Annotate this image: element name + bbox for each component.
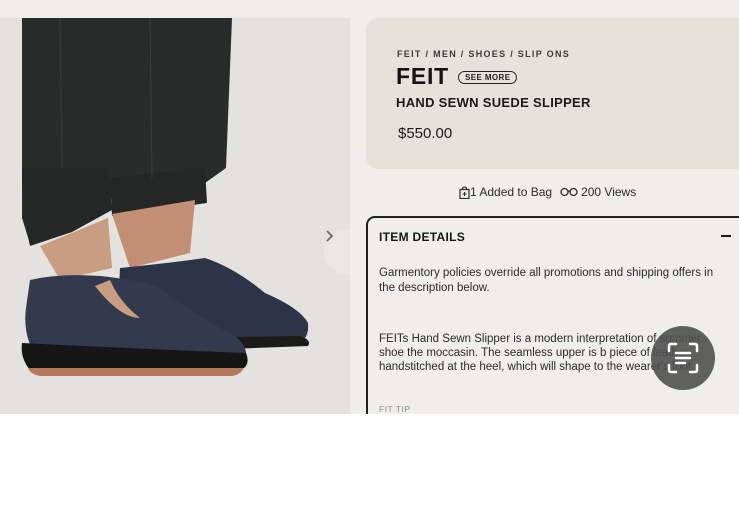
scan-text-icon (667, 342, 699, 374)
product-photo (0, 18, 350, 414)
product-title: HAND SEWN SUEDE SLIPPER (396, 95, 591, 110)
shopping-bag-icon (459, 185, 470, 199)
chevron-right-icon (326, 230, 334, 242)
product-page: FEIT / MEN / SHOES / SLIP ONS FEIT SEE M… (0, 0, 739, 414)
minus-icon[interactable] (721, 235, 731, 237)
added-to-bag-count: 1 Added to Bag (470, 185, 553, 199)
see-more-button[interactable]: SEE MORE (458, 71, 518, 84)
view-count: 200 Views (581, 185, 637, 199)
product-image[interactable] (0, 18, 350, 414)
item-details-header[interactable]: ITEM DETAILS (379, 230, 465, 244)
breadcrumb[interactable]: FEIT / MEN / SHOES / SLIP ONS (397, 49, 570, 59)
glasses-icon (560, 187, 578, 197)
product-info-card: FEIT / MEN / SHOES / SLIP ONS FEIT SEE M… (366, 18, 739, 169)
fit-tip-label: FIT TIP (379, 404, 411, 414)
scan-text-button[interactable] (651, 326, 715, 390)
product-price: $550.00 (398, 125, 453, 142)
brand-name[interactable]: FEIT (396, 63, 449, 90)
brand-row: FEIT SEE MORE (396, 63, 518, 90)
policy-notice: Garmentory policies override all promoti… (379, 267, 714, 294)
product-stats: 1 Added to Bag 200 Views (459, 185, 636, 199)
